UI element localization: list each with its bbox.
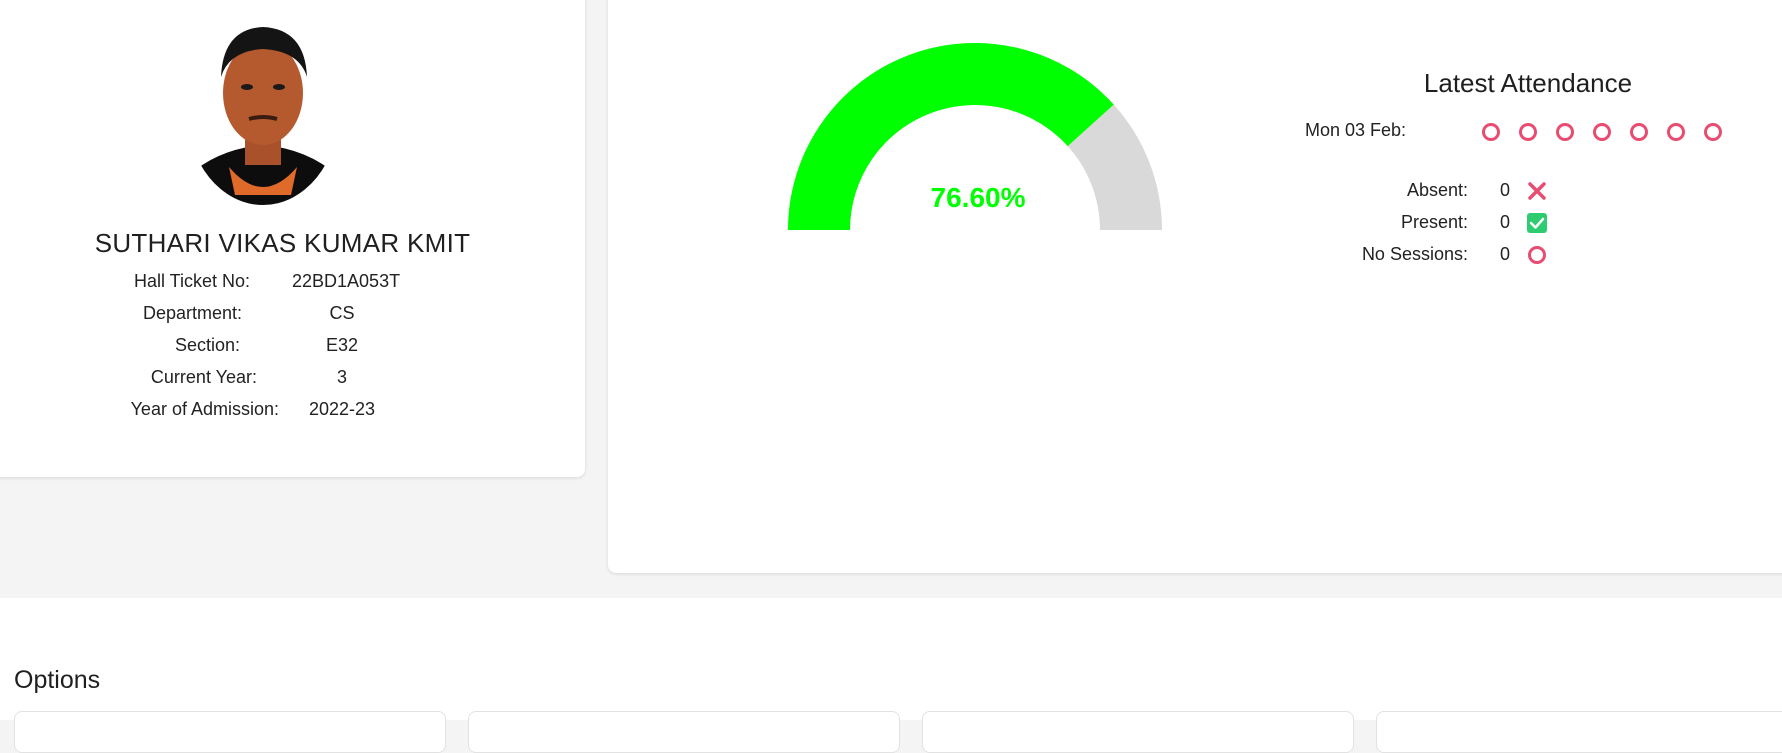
option-card[interactable] [14, 711, 446, 753]
option-card[interactable] [468, 711, 900, 753]
legend-absent-label: Absent: [1406, 180, 1468, 200]
session-status-dot [1556, 123, 1574, 141]
legend-absent-count: 0 [1500, 180, 1511, 200]
check-icon [1527, 213, 1547, 233]
circle-icon [1528, 246, 1546, 264]
latest-session-date: Mon 03 Feb: [1305, 120, 1407, 140]
option-card[interactable] [1376, 711, 1782, 753]
legend-present-count: 0 [1500, 212, 1511, 232]
info-row-hall-ticket: Hall Ticket No: 22BD1A053T [0, 271, 585, 295]
section-label: Section: [174, 335, 240, 355]
info-row-department: Department: CS [0, 303, 585, 327]
options-section: Options [0, 598, 1782, 753]
admission-year-label: Year of Admission: [130, 399, 279, 419]
info-row-section: Section: E32 [0, 335, 585, 359]
session-status-dot [1630, 123, 1648, 141]
profile-card: SUTHARI VIKAS KUMAR KMIT Hall Ticket No:… [0, 0, 585, 477]
legend-no-sessions-count: 0 [1500, 244, 1511, 264]
session-status-dot [1593, 123, 1611, 141]
option-card[interactable] [922, 711, 1354, 753]
hall-ticket-label: Hall Ticket No: [133, 271, 250, 291]
info-row-current-year: Current Year: 3 [0, 367, 585, 391]
hall-ticket-value: 22BD1A053T [292, 271, 401, 291]
student-photo [187, 17, 339, 205]
attendance-card: 76.60% Latest Attendance Mon 03 Feb: Abs… [608, 0, 1782, 573]
admission-year-value: 2022-23 [308, 399, 376, 419]
attendance-percentage: 76.60% [930, 182, 1026, 213]
legend-present-label: Present: [1400, 212, 1468, 232]
student-name: SUTHARI VIKAS KUMAR KMIT [94, 228, 471, 258]
legend-no-sessions-label: No Sessions: [1361, 244, 1468, 264]
department-value: CS [329, 303, 355, 323]
info-row-admission-year: Year of Admission: 2022-23 [0, 399, 585, 423]
session-status-dot [1704, 123, 1722, 141]
latest-attendance-title: Latest Attendance [1423, 68, 1633, 98]
session-status-dot [1519, 123, 1537, 141]
options-title: Options [14, 666, 101, 694]
session-status-dot [1482, 123, 1500, 141]
cross-icon [1528, 182, 1546, 200]
current-year-value: 3 [336, 367, 347, 387]
section-value: E32 [325, 335, 359, 355]
current-year-label: Current Year: [150, 367, 257, 387]
session-status-dot [1667, 123, 1685, 141]
department-label: Department: [142, 303, 242, 323]
